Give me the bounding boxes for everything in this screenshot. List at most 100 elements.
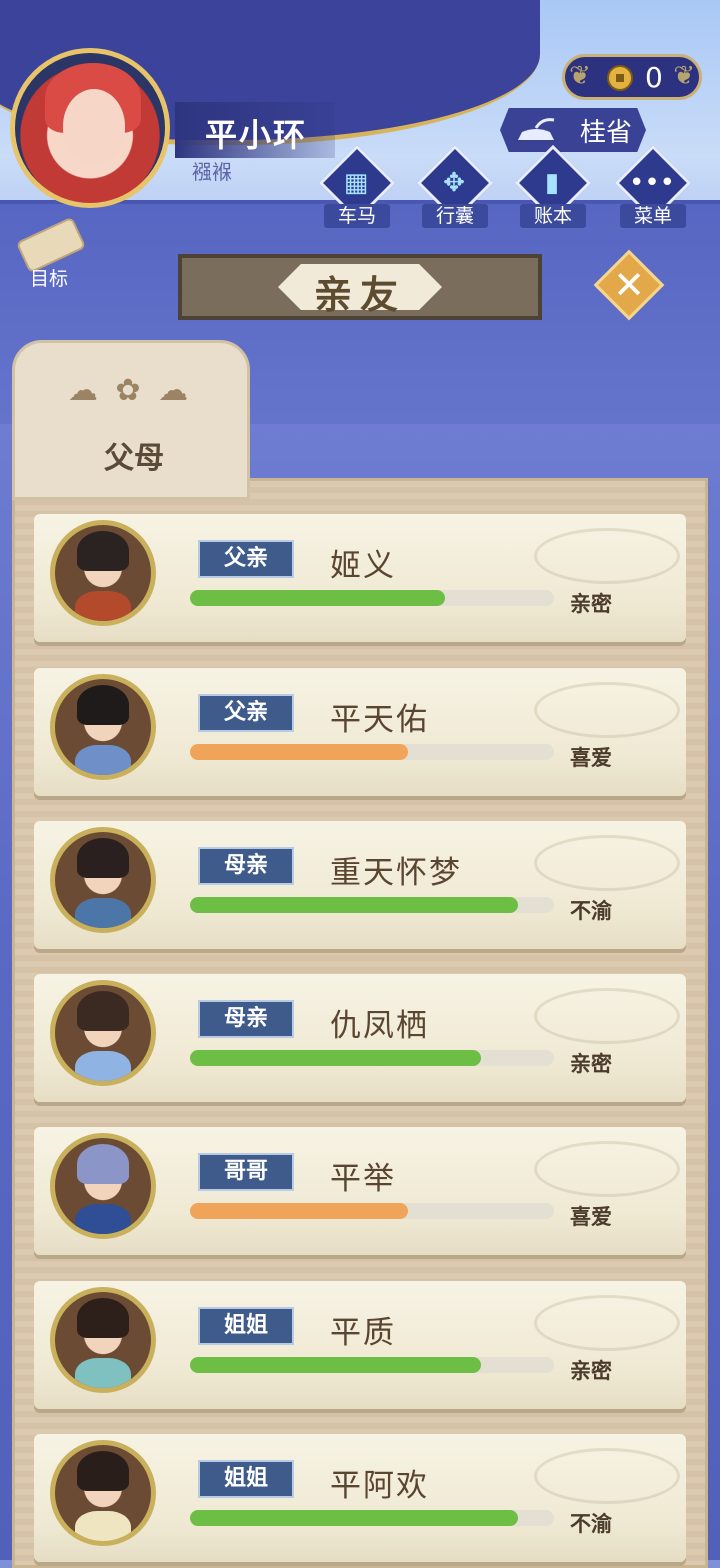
coin-value: 0	[645, 61, 663, 94]
player-avatar[interactable]	[10, 48, 170, 208]
portrait-robe	[75, 745, 131, 775]
member-portrait[interactable]	[50, 520, 156, 626]
member-row[interactable]: 父亲 姬义 亲密	[34, 514, 686, 642]
iron-icon	[518, 118, 555, 140]
affinity-bar	[190, 1203, 554, 1219]
more-icon: •••	[628, 168, 675, 198]
tab-parents[interactable]: ☁ ✿ ☁ 父母	[12, 340, 250, 500]
relation-badge: 母亲	[198, 847, 294, 885]
member-row[interactable]: 姐姐 平阿欢 不渝	[34, 1434, 686, 1562]
goal-label: 目标	[30, 268, 69, 290]
close-icon[interactable]: ✕	[604, 260, 654, 310]
page-title: 亲友	[313, 273, 406, 317]
portrait-robe	[75, 591, 131, 621]
relation-badge: 父亲	[198, 540, 294, 578]
portrait-hair	[77, 1298, 129, 1338]
affinity-label: 亲密	[570, 592, 612, 616]
member-row[interactable]: 母亲 仇凤栖 亲密	[34, 974, 686, 1102]
member-portrait[interactable]	[50, 980, 156, 1086]
cloud-decoration	[534, 528, 680, 584]
affinity-bar-fill	[190, 744, 409, 760]
member-portrait[interactable]	[50, 827, 156, 933]
portrait-hair	[77, 1144, 129, 1184]
member-row[interactable]: 母亲 重天怀梦 不渝	[34, 821, 686, 949]
cloud-decoration	[534, 682, 680, 738]
location-button[interactable]: 桂省	[500, 108, 646, 152]
ledger-icon: ▮	[544, 168, 560, 198]
portrait-robe	[75, 1511, 131, 1541]
cloud-decoration	[534, 1448, 680, 1504]
relation-badge: 哥哥	[198, 1153, 294, 1191]
member-name: 平阿欢	[330, 1468, 429, 1504]
member-portrait[interactable]	[50, 1440, 156, 1546]
ledger-label: 账本	[520, 204, 586, 228]
affinity-label: 喜爱	[570, 1205, 612, 1229]
tab-label: 父母	[104, 441, 164, 476]
location-label: 桂省	[580, 118, 633, 148]
member-name: 平质	[330, 1315, 396, 1351]
member-name: 平天佑	[330, 702, 429, 738]
portrait-hair	[77, 991, 129, 1031]
affinity-bar-fill	[190, 1203, 409, 1219]
goal-button[interactable]: 目标	[10, 216, 90, 292]
affinity-label: 不渝	[570, 1512, 612, 1536]
portrait-robe	[75, 1358, 131, 1388]
menu-label: 菜单	[620, 204, 686, 228]
portrait-hair	[77, 685, 129, 725]
affinity-bar	[190, 897, 554, 913]
member-name: 仇凤栖	[330, 1008, 429, 1044]
relation-badge: 父亲	[198, 694, 294, 732]
relation-badge: 姐姐	[198, 1460, 294, 1498]
affinity-bar	[190, 1357, 554, 1373]
affinity-bar-fill	[190, 1510, 518, 1526]
member-portrait[interactable]	[50, 1133, 156, 1239]
ledger-button[interactable]: ▮ 账本	[512, 144, 592, 232]
member-name: 姬义	[330, 548, 396, 584]
affinity-label: 喜爱	[570, 746, 612, 770]
member-row[interactable]: 哥哥 平举 喜爱	[34, 1127, 686, 1255]
bundle-icon: ✥	[443, 168, 465, 198]
cloud-decoration	[534, 988, 680, 1044]
affinity-label: 不渝	[570, 899, 612, 923]
player-status: 襁褓	[192, 160, 232, 184]
affinity-label: 亲密	[570, 1052, 612, 1076]
coin-counter[interactable]: ❦ 0 ❦	[562, 54, 702, 100]
affinity-bar-fill	[190, 1357, 482, 1373]
portrait-robe	[75, 898, 131, 928]
portrait-hair	[77, 838, 129, 878]
affinity-bar	[190, 1050, 554, 1066]
portrait-hair	[77, 1451, 129, 1491]
affinity-bar-fill	[190, 897, 518, 913]
coin-icon	[607, 65, 633, 91]
avatar-face	[63, 89, 125, 163]
affinity-label: 亲密	[570, 1359, 612, 1383]
affinity-bar	[190, 1510, 554, 1526]
title-banner: 亲友	[178, 254, 542, 320]
menu-button[interactable]: ••• 菜单	[612, 144, 692, 232]
member-row[interactable]: 父亲 平天佑 喜爱	[34, 668, 686, 796]
member-row[interactable]: 姐姐 平质 亲密	[34, 1281, 686, 1409]
affinity-bar-fill	[190, 590, 445, 606]
carriage-label: 车马	[324, 204, 390, 228]
cloud-decoration	[534, 1141, 680, 1197]
bundle-button[interactable]: ✥ 行囊	[414, 144, 494, 232]
affinity-bar	[190, 744, 554, 760]
bamboo-leaf-icon: ❦	[569, 61, 591, 91]
carriage-icon: ▦	[343, 168, 369, 198]
relation-badge: 姐姐	[198, 1307, 294, 1345]
member-name: 重天怀梦	[330, 855, 462, 891]
member-name: 平举	[330, 1161, 396, 1197]
cloud-decoration	[534, 1295, 680, 1351]
bamboo-leaf-icon: ❦	[673, 61, 695, 91]
carriage-button[interactable]: ▦ 车马	[316, 144, 396, 232]
bundle-label: 行囊	[422, 204, 488, 228]
member-portrait[interactable]	[50, 1287, 156, 1393]
cloud-decoration	[534, 835, 680, 891]
affinity-bar-fill	[190, 1050, 482, 1066]
portrait-hair	[77, 531, 129, 571]
portrait-robe	[75, 1204, 131, 1234]
player-name: 平小环	[205, 116, 308, 154]
portrait-robe	[75, 1051, 131, 1081]
member-portrait[interactable]	[50, 674, 156, 780]
relation-badge: 母亲	[198, 1000, 294, 1038]
